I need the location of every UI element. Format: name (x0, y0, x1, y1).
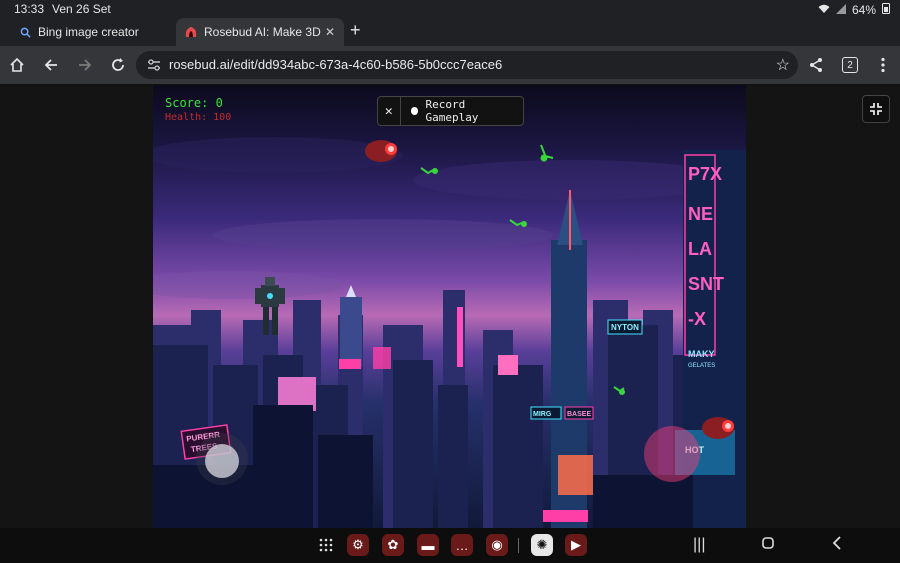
date: Ven 26 Set (52, 2, 111, 16)
bookmark-star-icon[interactable]: ☆ (776, 55, 790, 75)
tab-title: Rosebud AI: Make 3D Ga (204, 25, 322, 39)
svg-text:BASEE: BASEE (567, 411, 591, 418)
menu-more-icon[interactable] (872, 54, 894, 76)
app-drawer-icon[interactable] (315, 534, 337, 556)
svg-text:GELATES: GELATES (688, 363, 715, 369)
status-icons: 64% (818, 2, 890, 17)
exit-fullscreen-button[interactable] (862, 95, 890, 123)
close-icon[interactable]: ✕ (378, 97, 401, 125)
reload-button[interactable] (107, 54, 129, 76)
record-gameplay-button[interactable]: Record Gameplay (425, 98, 523, 124)
wifi-icon (818, 3, 830, 17)
svg-text:LA: LA (688, 239, 712, 259)
gallery-app-icon[interactable]: ✿ (382, 534, 404, 556)
back-button[interactable] (40, 54, 62, 76)
youtube-app-icon[interactable]: ▶ (565, 534, 587, 556)
chatgpt-app-icon[interactable]: ✺ (531, 534, 553, 556)
game-canvas[interactable]: P7X NE LA SNT -X MAKY GELATES HOT NYTON … (153, 85, 746, 528)
forward-button[interactable] (74, 54, 96, 76)
joystick-thumb[interactable] (205, 444, 239, 478)
share-button[interactable] (805, 54, 827, 76)
files-app-icon[interactable]: ▬ (417, 534, 439, 556)
browser-toolbar: rosebud.ai/edit/dd934abc-673a-4c60-b586-… (0, 46, 900, 85)
battery-text: 64% (851, 2, 876, 17)
record-gameplay-bar: ✕ Record Gameplay (377, 96, 524, 126)
tab-title: Bing image creator (38, 25, 139, 39)
svg-text:SNT: SNT (688, 274, 724, 294)
site-settings-icon[interactable] (146, 57, 162, 73)
enemy-drone (702, 417, 734, 439)
svg-text:NE: NE (688, 204, 713, 224)
record-dot-icon (410, 107, 419, 115)
tab-bing[interactable]: Bing image creator (10, 18, 170, 46)
svg-text:NYTON: NYTON (611, 323, 639, 332)
page-content: P7X NE LA SNT -X MAKY GELATES HOT NYTON … (0, 85, 900, 528)
system-navbar: ⚙ ✿ ▬ … ◉ ✺ ▶ ||| (0, 528, 900, 563)
signal-icon (835, 3, 846, 17)
health-text: Health: 100 (165, 112, 232, 123)
rosebud-icon (184, 25, 198, 39)
back-nav-button[interactable] (832, 536, 842, 555)
new-tab-button[interactable]: + (350, 20, 361, 41)
city-scene: P7X NE LA SNT -X MAKY GELATES HOT NYTON … (153, 137, 746, 528)
messages-app-icon[interactable]: … (451, 534, 473, 556)
address-bar[interactable]: rosebud.ai/edit/dd934abc-673a-4c60-b586-… (136, 51, 798, 79)
svg-text:MIRG: MIRG (533, 411, 552, 418)
clouds (153, 137, 733, 299)
url-text: rosebud.ai/edit/dd934abc-673a-4c60-b586-… (169, 57, 503, 72)
tab-rosebud[interactable]: Rosebud AI: Make 3D Ga ✕ (176, 18, 344, 46)
tab-strip: Bing image creator Rosebud AI: Make 3D G… (0, 18, 900, 46)
status-bar: 13:33 Ven 26 Set 64% (0, 0, 900, 18)
svg-text:P7X: P7X (688, 164, 722, 184)
search-icon (18, 25, 32, 39)
close-tab-icon[interactable]: ✕ (322, 25, 338, 39)
recents-button[interactable]: ||| (693, 536, 705, 554)
settings-app-icon[interactable]: ⚙ (347, 534, 369, 556)
home-button[interactable] (6, 54, 28, 76)
svg-text:-X: -X (688, 309, 706, 329)
home-nav-button[interactable] (762, 536, 774, 554)
clock: 13:33 (14, 2, 45, 16)
svg-text:MAKY: MAKY (688, 349, 715, 359)
collapse-icon (870, 103, 882, 115)
camera-app-icon[interactable]: ◉ (486, 534, 508, 556)
tab-switcher-button[interactable]: 2 (842, 57, 858, 73)
dock-divider (518, 538, 519, 553)
battery-icon (882, 2, 890, 17)
action-button[interactable] (644, 426, 700, 482)
enemy-drone (365, 140, 397, 162)
score-text: Score: 0 (165, 96, 223, 110)
